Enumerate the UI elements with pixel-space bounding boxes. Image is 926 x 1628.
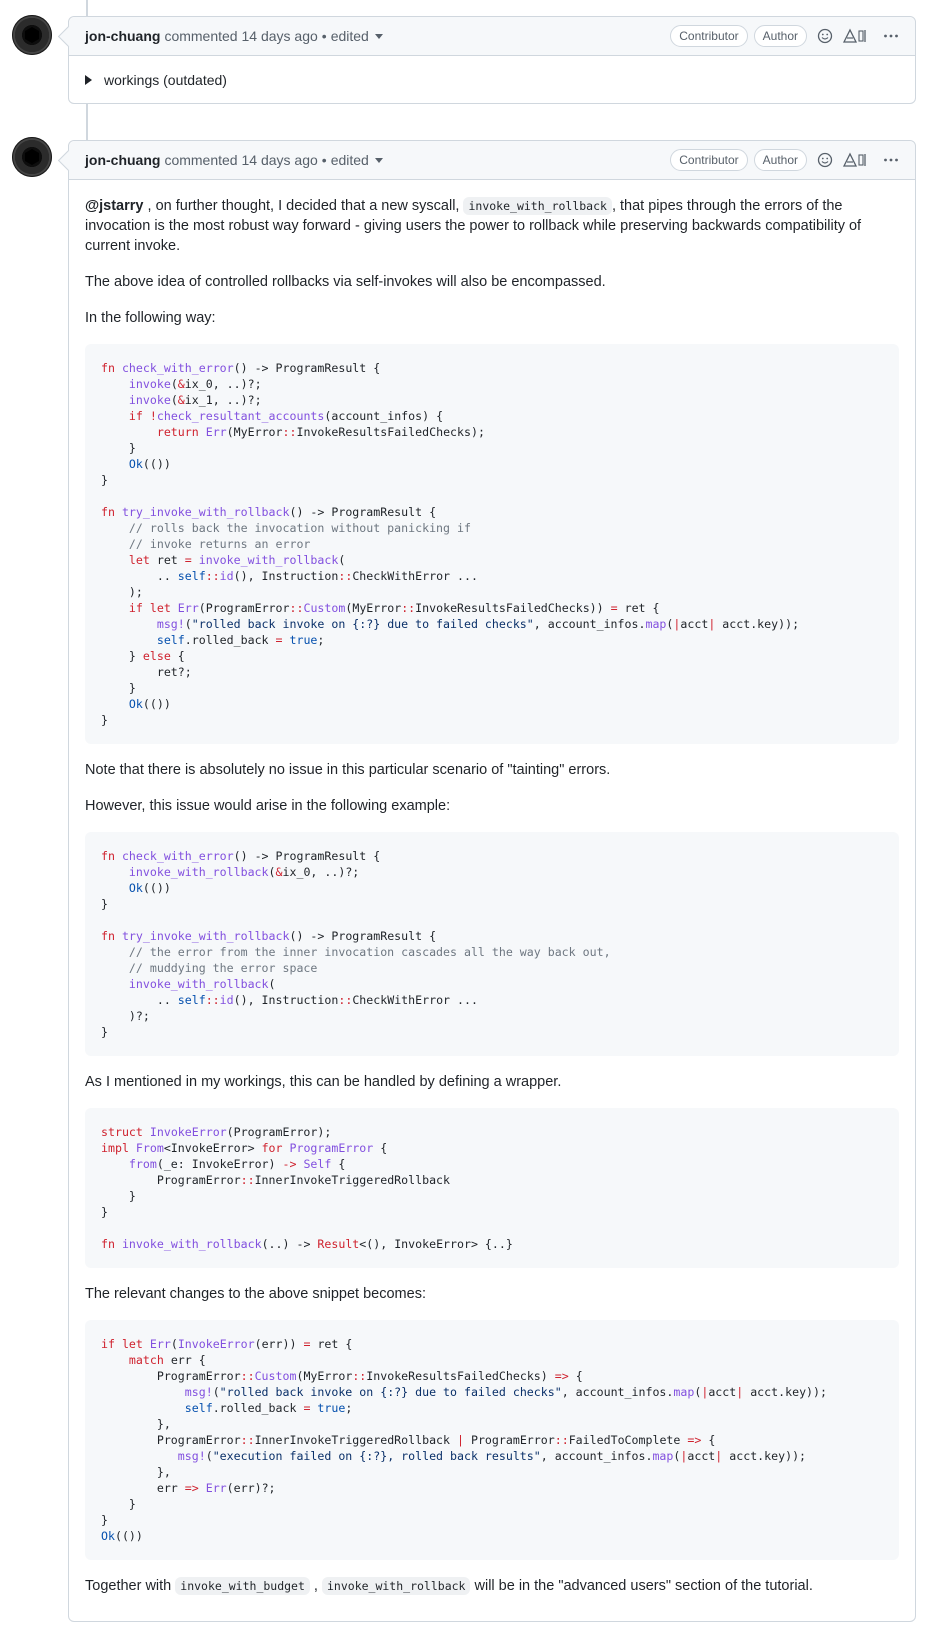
inline-code: invoke_with_budget — [175, 1577, 310, 1595]
avatar[interactable] — [12, 137, 52, 177]
comment-caret — [57, 25, 80, 48]
code-block: fn check_with_error() -> ProgramResult {… — [85, 832, 899, 1056]
chevron-down-icon — [374, 33, 383, 39]
comment-time[interactable]: 14 days ago — [241, 152, 317, 168]
comment-action: commented — [164, 152, 238, 168]
edited-dropdown[interactable]: edited — [331, 28, 383, 44]
edited-dropdown[interactable]: edited — [331, 152, 383, 168]
paragraph-text: will be in the "advanced users" section … — [470, 1578, 813, 1594]
body-paragraph: As I mentioned in my workings, this can … — [85, 1074, 562, 1090]
paragraph-text: , on further thought, I decided that a n… — [143, 198, 464, 214]
inline-code: invoke_with_rollback — [322, 1577, 471, 1595]
reaction-smiley-icon[interactable] — [817, 28, 833, 44]
reaction-smiley-icon[interactable] — [817, 152, 833, 168]
body-paragraph: In the following way: — [85, 310, 216, 326]
comment-header: jon-chuang commented 14 days ago • edite… — [57, 17, 915, 56]
inline-code: invoke_with_rollback — [463, 197, 612, 215]
translate-icon[interactable] — [843, 28, 869, 44]
details-summary: workings (outdated) — [104, 72, 227, 88]
separator: • — [321, 152, 327, 168]
comment-body: @jstarry , on further thought, I decided… — [69, 180, 915, 1628]
author-link[interactable]: jon-chuang — [85, 28, 160, 44]
workings-details[interactable]: workings (outdated) — [69, 56, 915, 104]
author-badge: Author — [753, 25, 807, 47]
translate-icon[interactable] — [843, 152, 869, 168]
comment-caret — [57, 149, 80, 172]
disclosure-triangle-icon — [85, 75, 92, 85]
comment-header: jon-chuang commented 14 days ago • edite… — [57, 141, 915, 180]
comment-card: jon-chuang commented 14 days ago • edite… — [57, 140, 916, 1622]
comment-time[interactable]: 14 days ago — [241, 28, 317, 44]
comment-card: jon-chuang commented 14 days ago • edite… — [57, 16, 916, 104]
separator: • — [321, 28, 327, 44]
author-badge: Author — [753, 149, 807, 171]
code-block: struct InvokeError(ProgramError); impl F… — [85, 1108, 899, 1268]
contributor-badge: Contributor — [670, 25, 748, 47]
paragraph-text: Together with — [85, 1578, 176, 1594]
edited-label: edited — [330, 152, 369, 168]
body-paragraph: Together with invoke_with_budget , invok… — [85, 1576, 899, 1596]
contributor-badge: Contributor — [670, 149, 748, 171]
kebab-menu-icon[interactable] — [883, 152, 899, 168]
edited-label: edited — [330, 28, 369, 44]
avatar[interactable] — [12, 15, 52, 55]
chevron-down-icon — [374, 157, 383, 163]
body-paragraph: However, this issue would arise in the f… — [85, 798, 451, 814]
comment-action: commented — [164, 28, 238, 44]
author-link[interactable]: jon-chuang — [85, 152, 160, 168]
body-paragraph: The above idea of controlled rollbacks v… — [85, 274, 606, 290]
code-block: fn check_with_error() -> ProgramResult {… — [85, 344, 899, 744]
body-paragraph: Note that there is absolutely no issue i… — [85, 762, 611, 778]
code-block: if let Err(InvokeError(err)) = ret { mat… — [85, 1320, 899, 1560]
body-paragraph: The relevant changes to the above snippe… — [85, 1286, 426, 1302]
paragraph-text: , — [309, 1578, 322, 1594]
kebab-menu-icon[interactable] — [883, 28, 899, 44]
user-mention-link[interactable]: @jstarry — [85, 198, 143, 214]
body-paragraph: @jstarry , on further thought, I decided… — [85, 196, 899, 256]
